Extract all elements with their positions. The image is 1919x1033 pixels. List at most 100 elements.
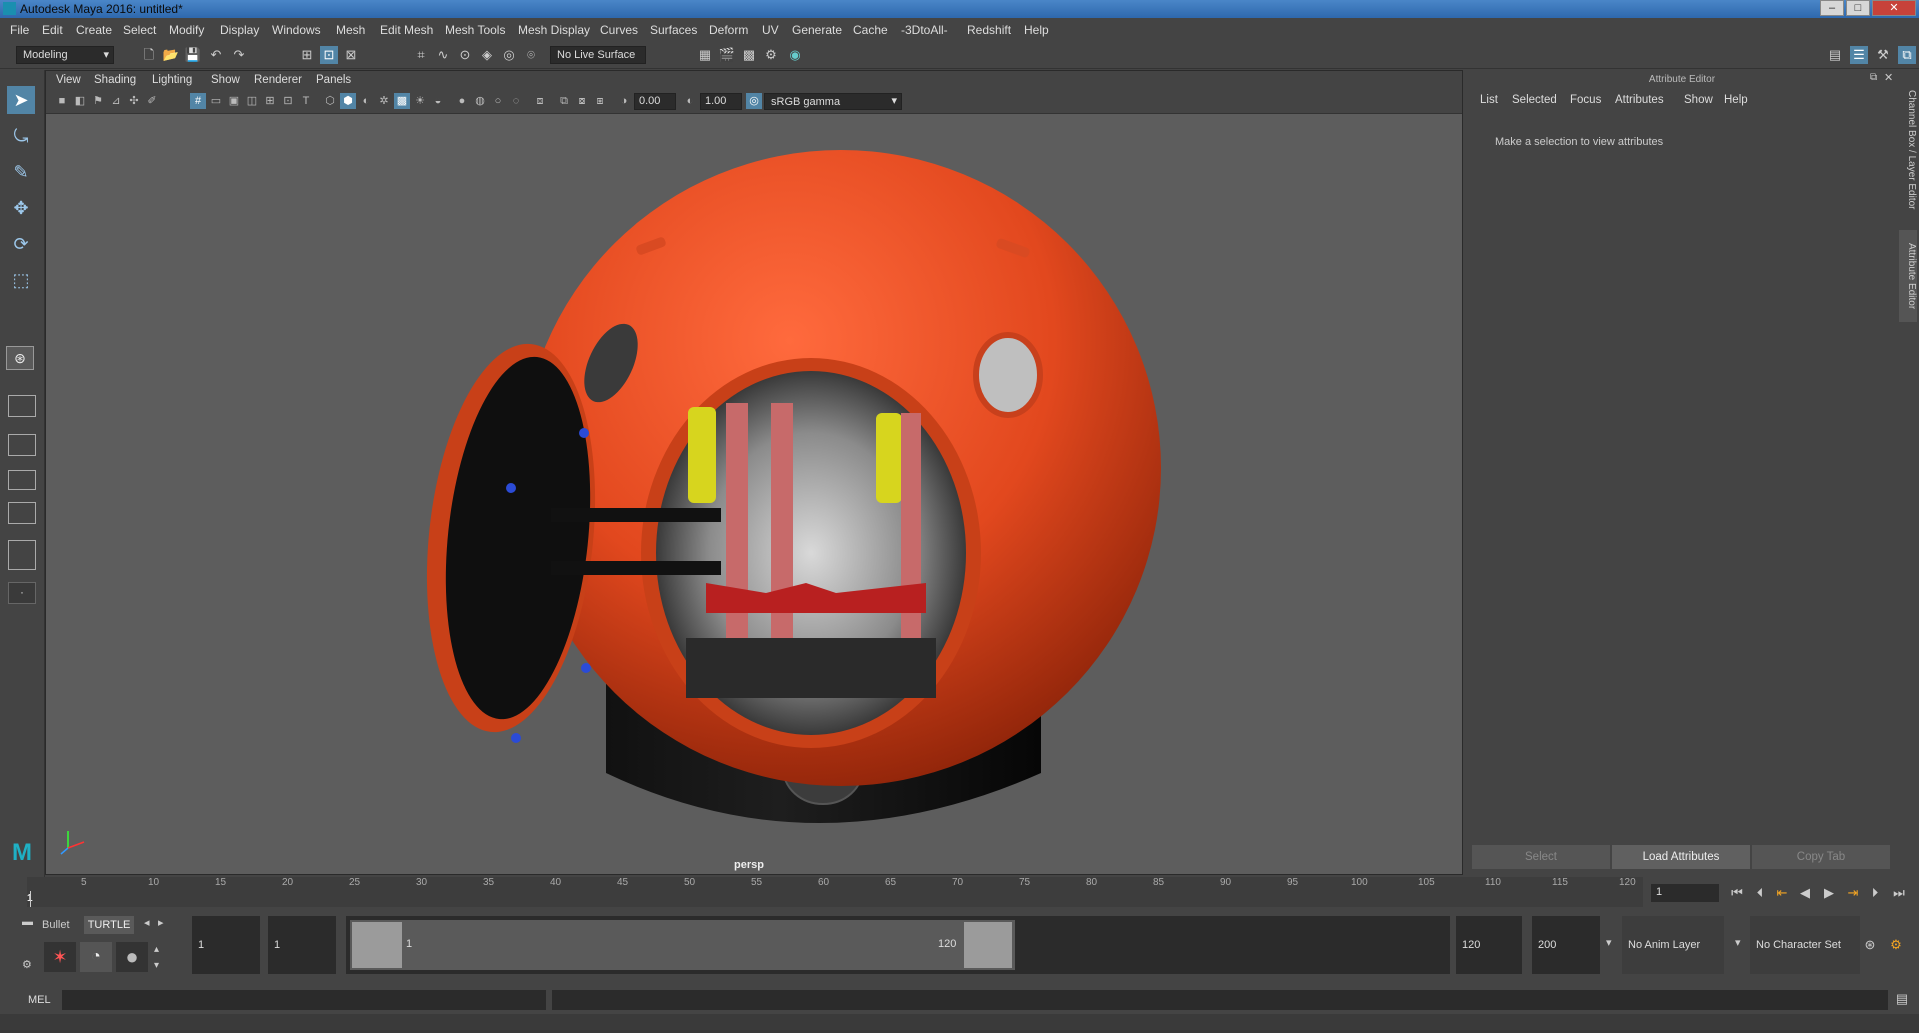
layout-custom-icon[interactable]: · xyxy=(8,582,36,604)
vp-menu-renderer[interactable]: Renderer xyxy=(254,74,302,86)
wireframe-icon[interactable]: ⬡ xyxy=(322,93,338,109)
mode-selector[interactable]: Modeling ▾ xyxy=(16,46,114,64)
select-by-component-icon[interactable]: ⊠ xyxy=(342,46,360,64)
layout-side-by-side-icon[interactable] xyxy=(8,434,36,456)
hypershade-icon[interactable]: ◉ xyxy=(786,46,804,64)
close-button[interactable]: ✕ xyxy=(1872,0,1916,16)
resolution-gate-icon[interactable]: ▣ xyxy=(226,93,242,109)
menu-mesh-tools[interactable]: Mesh Tools xyxy=(445,23,505,37)
maximize-button[interactable]: □ xyxy=(1846,0,1870,16)
undo-icon[interactable]: ↶ xyxy=(207,46,225,64)
camera-attributes-icon[interactable]: ◧ xyxy=(72,93,88,109)
xray-components-icon[interactable]: ⧆ xyxy=(592,93,608,109)
shelf-menu-icon[interactable]: ▬ xyxy=(22,916,33,928)
range-end-handle[interactable] xyxy=(964,922,1012,968)
go-to-end-icon[interactable]: ⏭ xyxy=(1890,884,1908,902)
paint-select-tool-icon[interactable]: ✎ xyxy=(7,158,35,186)
ae-menu-list[interactable]: List xyxy=(1480,94,1498,106)
vp-menu-panels[interactable]: Panels xyxy=(316,74,351,86)
use-all-lights-icon[interactable]: ☀ xyxy=(412,93,428,109)
menu-windows[interactable]: Windows xyxy=(272,23,321,37)
gamma-field[interactable]: 1.00 xyxy=(700,93,742,110)
lasso-tool-icon[interactable]: ⤿ xyxy=(7,122,35,150)
make-live-icon[interactable]: ⌾ xyxy=(522,46,540,64)
shelf-scroll-left-icon[interactable]: ◂ xyxy=(144,916,150,929)
two-d-pan-icon[interactable]: ✣ xyxy=(126,93,142,109)
open-scene-icon[interactable]: 📂 xyxy=(162,46,180,64)
close-panel-icon[interactable]: ✕ xyxy=(1884,71,1893,84)
last-tool-icon[interactable]: ⊛ xyxy=(6,346,34,370)
gate-mask-icon[interactable]: ◫ xyxy=(244,93,260,109)
tool-settings-icon[interactable]: ⚒ xyxy=(1874,46,1892,64)
menu-edit-mesh[interactable]: Edit Mesh xyxy=(380,23,433,37)
float-panel-icon[interactable]: ⧉ xyxy=(1870,72,1877,83)
select-by-object-icon[interactable]: ⊡ xyxy=(320,46,338,64)
ae-select-button[interactable]: Select xyxy=(1472,845,1610,869)
step-back-key-icon[interactable]: ⇤ xyxy=(1773,884,1791,902)
ae-menu-selected[interactable]: Selected xyxy=(1512,94,1557,106)
depth-of-field-icon[interactable]: ◌ xyxy=(508,93,524,109)
live-surface-field[interactable]: No Live Surface xyxy=(550,46,646,64)
layout-four-view-icon[interactable] xyxy=(8,395,36,417)
grease-pencil-icon[interactable]: ✐ xyxy=(144,93,160,109)
chevron-down-icon[interactable]: ▾ xyxy=(1735,936,1741,949)
smooth-shade-icon[interactable]: ⬢ xyxy=(340,93,356,109)
vp-menu-view[interactable]: View xyxy=(56,74,81,86)
use-default-material-icon[interactable]: ◐ xyxy=(358,93,374,109)
safe-action-icon[interactable]: ⊡ xyxy=(280,93,296,109)
playback-start-field[interactable]: 1 xyxy=(268,916,336,974)
snap-curve-icon[interactable]: ∿ xyxy=(434,46,452,64)
step-forward-frame-icon[interactable]: ⏵ xyxy=(1866,884,1884,902)
menu-mesh-display[interactable]: Mesh Display xyxy=(518,23,590,37)
menu-redshift[interactable]: Redshift xyxy=(967,23,1011,37)
rotate-tool-icon[interactable]: ⟳ xyxy=(7,230,35,258)
ae-copy-tab-button[interactable]: Copy Tab xyxy=(1752,845,1890,869)
auto-key-icon[interactable]: ⊛ xyxy=(1861,936,1879,954)
new-scene-icon[interactable]: 🗋 xyxy=(140,46,158,64)
gamma-icon[interactable]: ◐ xyxy=(682,93,698,109)
select-tool-icon[interactable]: ➤ xyxy=(7,86,35,114)
menu-edit[interactable]: Edit xyxy=(42,23,63,37)
layout-graph-icon[interactable] xyxy=(8,502,36,524)
character-set-field[interactable]: No Character Set xyxy=(1750,916,1860,974)
ipr-render-icon[interactable]: ▩ xyxy=(740,46,758,64)
command-input[interactable] xyxy=(62,990,546,1010)
menu-surfaces[interactable]: Surfaces xyxy=(650,23,697,37)
menu-uv[interactable]: UV xyxy=(762,23,779,37)
vp-menu-lighting[interactable]: Lighting xyxy=(152,74,192,86)
image-plane-icon[interactable]: ⊿ xyxy=(108,93,124,109)
vp-menu-show[interactable]: Show xyxy=(211,74,240,86)
channel-box-toggle-icon[interactable]: ⧉ xyxy=(1898,46,1916,64)
ae-menu-help[interactable]: Help xyxy=(1724,94,1748,106)
play-forwards-icon[interactable]: ▶ xyxy=(1820,884,1838,902)
redo-icon[interactable]: ↷ xyxy=(230,46,248,64)
save-scene-icon[interactable]: 💾 xyxy=(184,46,202,64)
menu-curves[interactable]: Curves xyxy=(600,23,638,37)
render-frame-icon[interactable]: 🎬 xyxy=(718,46,736,64)
menu-3dtoall[interactable]: -3DtoAll- xyxy=(901,23,948,37)
ae-menu-show[interactable]: Show xyxy=(1684,94,1713,106)
end-time-field[interactable]: 200 xyxy=(1532,916,1600,974)
render-settings-icon[interactable]: ⚙ xyxy=(762,46,780,64)
snap-view-plane-icon[interactable]: ◈ xyxy=(478,46,496,64)
motion-blur-icon[interactable]: ◍ xyxy=(472,93,488,109)
snap-point-icon[interactable]: ⊙ xyxy=(456,46,474,64)
xray-joints-icon[interactable]: ⧇ xyxy=(574,93,590,109)
script-editor-icon[interactable]: ▤ xyxy=(1893,990,1911,1008)
isolate-select-icon[interactable]: ⧈ xyxy=(532,93,548,109)
menu-create[interactable]: Create xyxy=(76,23,112,37)
film-gate-icon[interactable]: ▭ xyxy=(208,93,224,109)
shelf-scroll-right-icon[interactable]: ▸ xyxy=(158,916,164,929)
shelf-scroll-down-icon[interactable]: ▾ xyxy=(154,960,159,971)
command-language-label[interactable]: MEL xyxy=(28,994,51,1006)
wireframe-on-shaded-icon[interactable]: ✲ xyxy=(376,93,392,109)
time-slider[interactable]: 1 5 10 15 20 25 30 35 40 45 50 55 60 65 … xyxy=(27,877,1643,907)
viewport-panel[interactable]: View Shading Lighting Show Renderer Pane… xyxy=(45,70,1463,875)
snap-surface-icon[interactable]: ◎ xyxy=(500,46,518,64)
play-backwards-icon[interactable]: ◀ xyxy=(1796,884,1814,902)
move-tool-icon[interactable]: ✥ xyxy=(7,194,35,222)
screen-space-ao-icon[interactable]: ● xyxy=(454,93,470,109)
modeling-toolkit-icon[interactable]: ▤ xyxy=(1826,46,1844,64)
safe-title-icon[interactable]: T xyxy=(298,93,314,109)
render-shelf-icon[interactable]: ◔ xyxy=(80,942,112,972)
